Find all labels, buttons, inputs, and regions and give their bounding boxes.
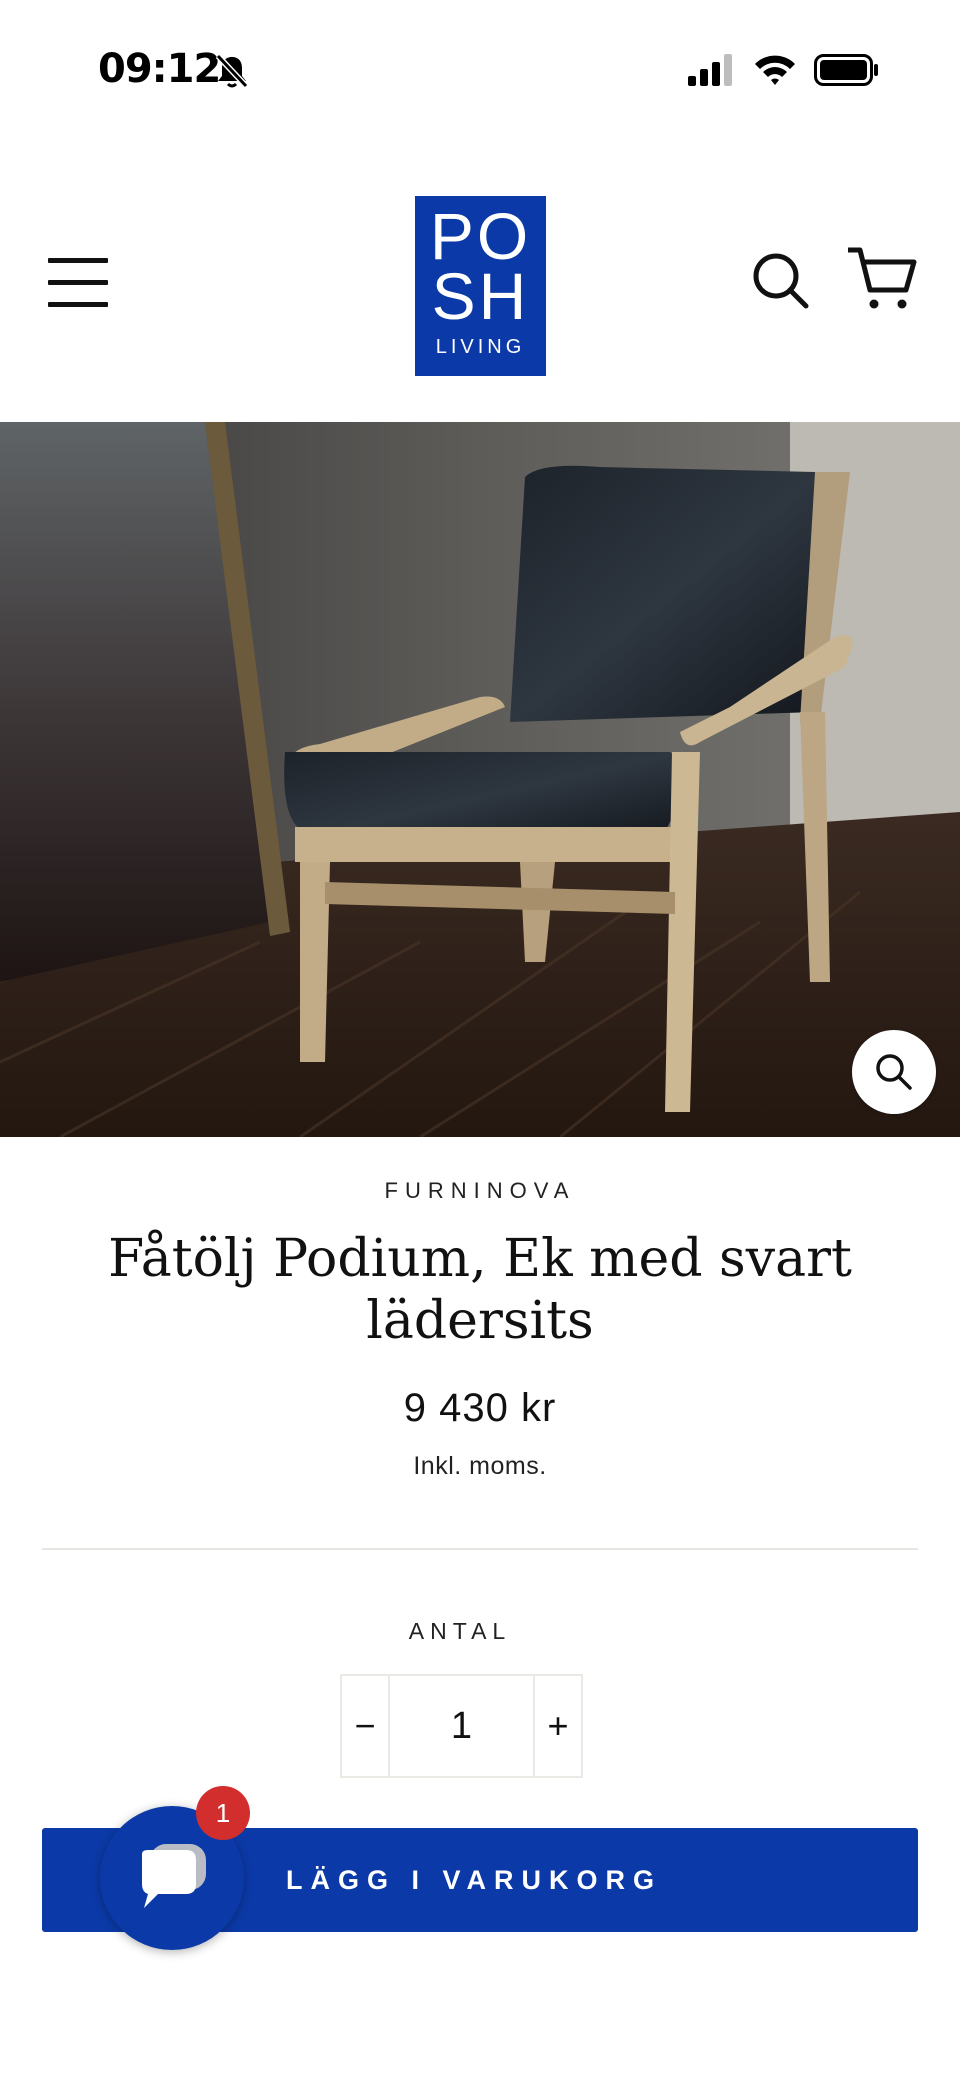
armchair-photo: [0, 422, 960, 1137]
quantity-decrease-button[interactable]: −: [342, 1676, 390, 1776]
search-icon: [753, 253, 809, 309]
product-title: Fåtölj Podium, Ek med svart lädersits: [108, 1229, 852, 1351]
chat-bubble-icon: [142, 1844, 206, 1908]
quantity-input[interactable]: 1: [390, 1676, 533, 1776]
product-image[interactable]: [0, 422, 960, 1137]
logo-text-line-1: PO: [429, 199, 532, 273]
site-header: PO SH LIVING: [0, 140, 960, 422]
status-bar: 09:12: [0, 0, 960, 140]
cellular-signal-icon: [688, 54, 732, 86]
menu-icon-bar: [48, 280, 108, 285]
menu-icon-bar: [48, 302, 108, 307]
menu-icon-bar: [48, 258, 108, 263]
logo-text-line-3: LIVING: [435, 336, 526, 358]
search-button[interactable]: [750, 250, 812, 312]
quantity-stepper: − 1 +: [340, 1674, 583, 1778]
menu-button[interactable]: [48, 258, 110, 308]
posh-living-logo[interactable]: PO SH LIVING: [415, 196, 546, 376]
status-time: 09:12: [98, 46, 221, 92]
logo-text-line-2: SH: [431, 259, 530, 333]
cart-icon: [848, 247, 917, 309]
bell-muted-icon: [215, 53, 249, 89]
product-vendor[interactable]: FURNINOVA: [0, 1178, 960, 1204]
battery-icon: [814, 54, 878, 86]
chat-notification-badge: 1: [196, 1786, 250, 1840]
wifi-icon: [755, 55, 795, 85]
quantity-label: ANTAL: [408, 1618, 512, 1644]
add-to-cart-label: LÄGG I VARUKORG: [286, 1865, 662, 1895]
cart-button[interactable]: [846, 244, 918, 314]
product-price: 9 430 kr: [403, 1386, 557, 1430]
zoom-search-icon: [876, 1054, 912, 1090]
quantity-increase-button[interactable]: +: [533, 1676, 581, 1776]
tax-note: Inkl. moms.: [413, 1452, 547, 1480]
zoom-image-button[interactable]: [852, 1030, 936, 1114]
divider: [42, 1548, 918, 1550]
